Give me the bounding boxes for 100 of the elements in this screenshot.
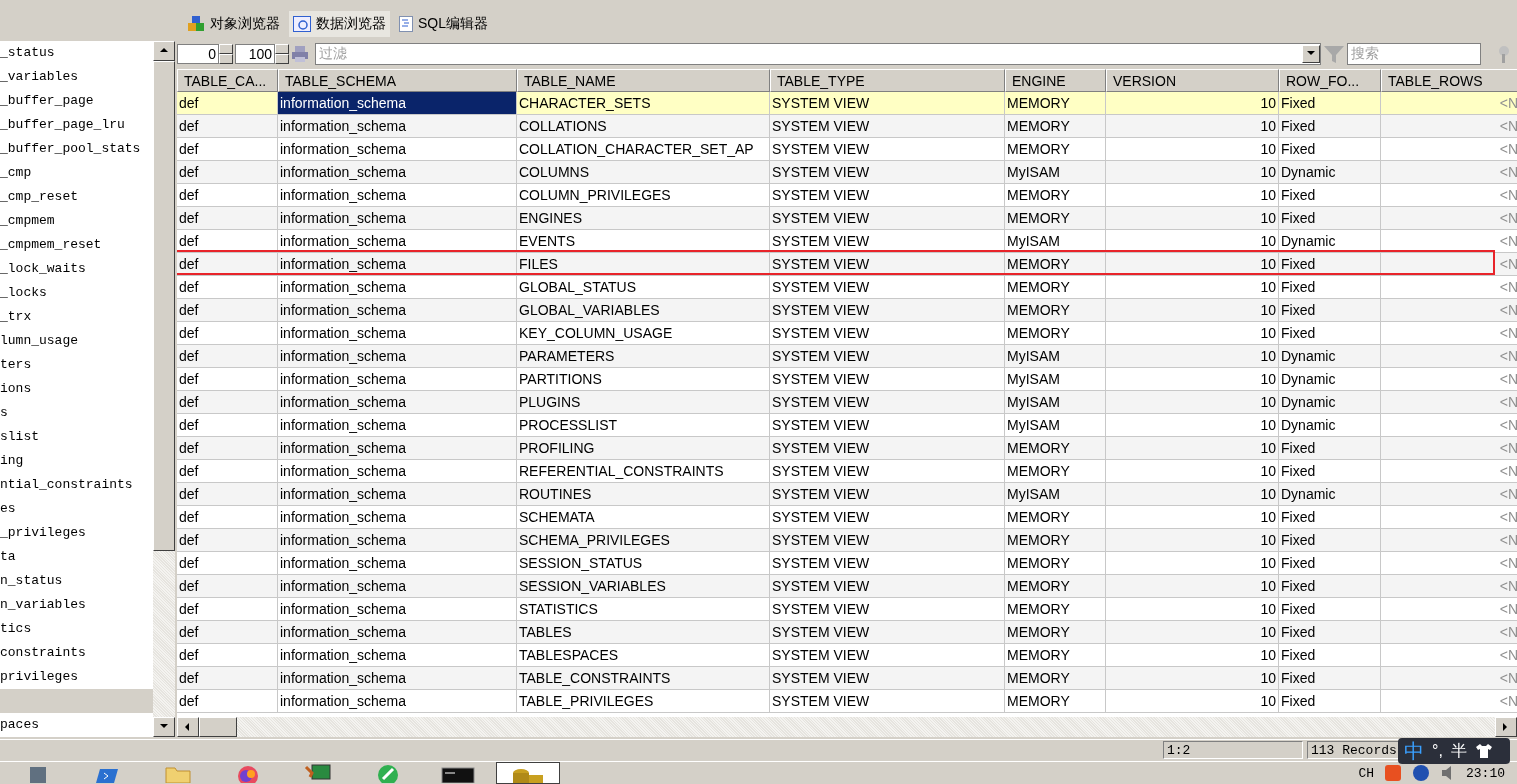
table-cell: information_schema <box>278 229 517 253</box>
table-cell: Fixed <box>1279 298 1381 322</box>
table-cell: information_schema <box>278 206 517 230</box>
table-cell: def <box>177 620 278 644</box>
column-header[interactable]: TABLE_TYPE <box>770 68 1005 92</box>
table-cell: TABLESPACES <box>517 643 770 667</box>
table-cell: MEMORY <box>1005 505 1106 529</box>
table-cell: EVENTS <box>517 229 770 253</box>
table-cell: SESSION_STATUS <box>517 551 770 575</box>
offset-field[interactable]: 0 <box>177 43 219 64</box>
scrollbar-thumb[interactable] <box>199 716 237 737</box>
clock[interactable]: 23:10 <box>1466 765 1505 781</box>
table-cell: <N <box>1381 114 1517 138</box>
table-cell: information_schema <box>278 436 517 460</box>
table-cell: TABLE_PRIVILEGES <box>517 689 770 713</box>
table-cell: TABLE_CONSTRAINTS <box>517 666 770 690</box>
table-cell: SYSTEM VIEW <box>770 689 1005 713</box>
table-cell: 10 <box>1106 367 1279 391</box>
table-cell: SYSTEM VIEW <box>770 298 1005 322</box>
shirt-icon[interactable] <box>1474 743 1493 759</box>
table-cell: MEMORY <box>1005 206 1106 230</box>
table-cell: MEMORY <box>1005 620 1106 644</box>
column-header[interactable]: TABLE_NAME <box>517 68 770 92</box>
spin-up-button[interactable] <box>219 43 233 54</box>
view-tab[interactable]: SQL编辑器 <box>394 10 493 37</box>
table-cell: SYSTEM VIEW <box>770 505 1005 529</box>
table-cell: Fixed <box>1279 183 1381 207</box>
table-cell: MEMORY <box>1005 436 1106 460</box>
app-icon[interactable] <box>28 765 48 783</box>
table-cell: SYSTEM VIEW <box>770 252 1005 276</box>
table-cell: SYSTEM VIEW <box>770 643 1005 667</box>
table-cell: MyISAM <box>1005 229 1106 253</box>
table-cell: 10 <box>1106 689 1279 713</box>
table-cell: Fixed <box>1279 551 1381 575</box>
table-cell: 10 <box>1106 344 1279 368</box>
spin-up-button[interactable] <box>275 43 289 54</box>
table-cell: information_schema <box>278 160 517 184</box>
table-cell: information_schema <box>278 597 517 621</box>
table-cell: def <box>177 597 278 621</box>
scroll-up-button[interactable] <box>153 40 175 61</box>
view-tab[interactable]: 数据浏览器 <box>289 10 390 37</box>
table-cell: MEMORY <box>1005 689 1106 713</box>
table-cell: MEMORY <box>1005 91 1106 115</box>
column-header[interactable]: TABLE_SCHEMA <box>278 68 517 92</box>
scroll-left-button[interactable] <box>177 716 199 737</box>
table-cell: information_schema <box>278 482 517 506</box>
table-cell: def <box>177 482 278 506</box>
table-cell: 10 <box>1106 436 1279 460</box>
table-cell: 10 <box>1106 413 1279 437</box>
table-cell: <N <box>1381 344 1517 368</box>
table-cell: def <box>177 689 278 713</box>
table-cell: <N <box>1381 597 1517 621</box>
table-cell: CHARACTER_SETS <box>517 91 770 115</box>
ime-punctuation[interactable]: °, <box>1432 742 1443 760</box>
column-header[interactable]: ENGINE <box>1005 68 1106 92</box>
scroll-right-button[interactable] <box>1495 716 1517 737</box>
table-cell: SYSTEM VIEW <box>770 137 1005 161</box>
table-cell: 10 <box>1106 390 1279 414</box>
table-cell: Fixed <box>1279 597 1381 621</box>
table-cell: 10 <box>1106 137 1279 161</box>
spin-down-button[interactable] <box>275 53 289 64</box>
pen-icon[interactable] <box>377 763 399 783</box>
column-header[interactable]: VERSION <box>1106 68 1279 92</box>
scrollbar-thumb[interactable] <box>153 60 175 551</box>
table-cell: KEY_COLUMN_USAGE <box>517 321 770 345</box>
spin-down-button[interactable] <box>219 53 233 64</box>
table-cell: information_schema <box>278 505 517 529</box>
column-header[interactable]: ROW_FO... <box>1279 68 1381 92</box>
help-icon[interactable] <box>1412 764 1430 782</box>
table-cell: PARAMETERS <box>517 344 770 368</box>
column-header[interactable]: TABLE_ROWS <box>1381 68 1517 92</box>
table-cell: TABLES <box>517 620 770 644</box>
table-cell: information_schema <box>278 275 517 299</box>
monitor-icon[interactable] <box>304 763 332 783</box>
table-cell: <N <box>1381 367 1517 391</box>
table-cell: MEMORY <box>1005 643 1106 667</box>
table-cell: MyISAM <box>1005 367 1106 391</box>
table-cell: 10 <box>1106 229 1279 253</box>
scroll-down-button[interactable] <box>153 716 175 737</box>
table-cell: 10 <box>1106 252 1279 276</box>
language-indicator[interactable]: CH <box>1358 765 1374 781</box>
ime-width[interactable]: 半 <box>1450 740 1467 762</box>
table-cell: 10 <box>1106 643 1279 667</box>
table-cell: <N <box>1381 321 1517 345</box>
table-cell: SYSTEM VIEW <box>770 666 1005 690</box>
table-cell: SYSTEM VIEW <box>770 528 1005 552</box>
table-cell: Fixed <box>1279 252 1381 276</box>
table-cell: SYSTEM VIEW <box>770 183 1005 207</box>
table-cell: Fixed <box>1279 620 1381 644</box>
table-cell: Fixed <box>1279 114 1381 138</box>
table-cell: MEMORY <box>1005 666 1106 690</box>
view-tab[interactable]: 对象浏览器 <box>182 10 285 37</box>
table-cell: def <box>177 114 278 138</box>
column-header[interactable]: TABLE_CA... <box>177 68 278 92</box>
table-cell: Fixed <box>1279 528 1381 552</box>
input-method-icon[interactable] <box>1384 764 1402 782</box>
limit-field[interactable]: 100 <box>235 43 275 64</box>
console-icon[interactable] <box>441 765 475 783</box>
table-cell: def <box>177 367 278 391</box>
table-cell: <N <box>1381 413 1517 437</box>
